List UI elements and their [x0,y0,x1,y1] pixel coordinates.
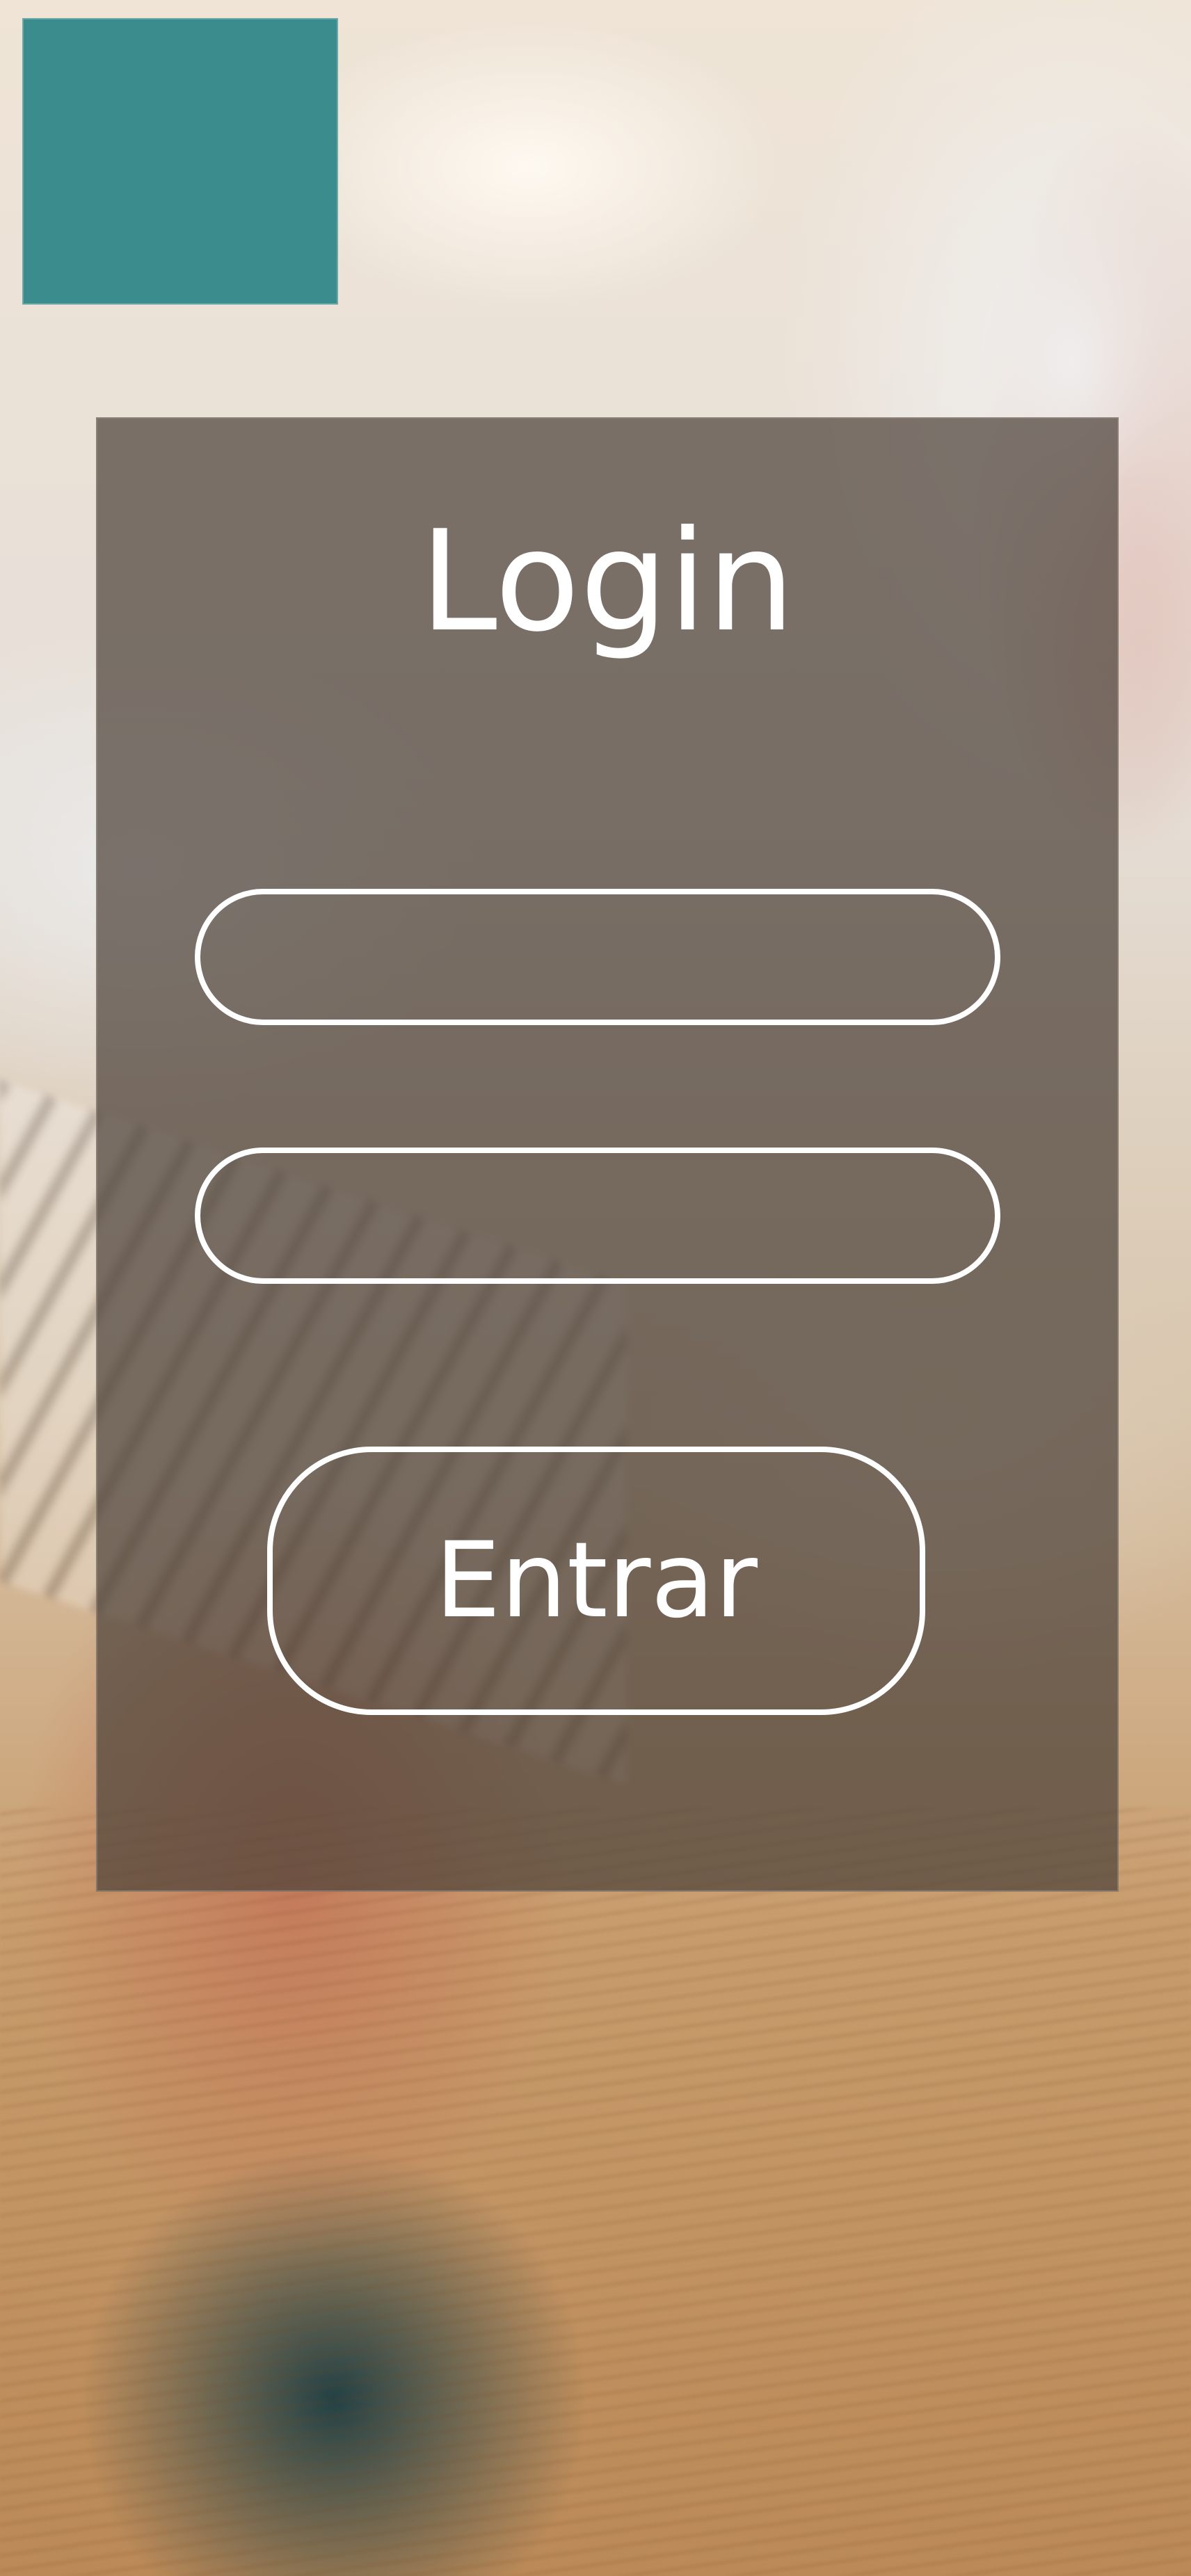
password-input[interactable] [195,1148,1000,1284]
username-input[interactable] [195,889,1000,1025]
background-desk [0,1808,1191,2576]
page-title: Login [419,501,795,663]
logo-placeholder [22,18,338,305]
login-panel: Login Entrar [96,417,1119,1892]
login-button[interactable]: Entrar [267,1447,925,1715]
